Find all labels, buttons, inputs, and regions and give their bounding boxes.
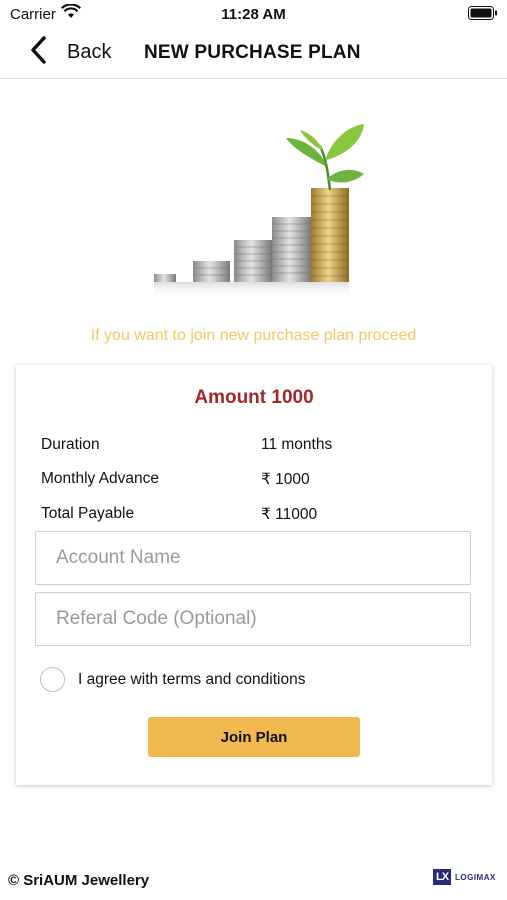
page-title: NEW PURCHASE PLAN [144,42,361,63]
battery-icon [468,6,498,25]
monthly-advance-label: Monthly Advance [41,470,160,487]
terms-label: I agree with terms and conditions [78,670,306,688]
logo-word: LOGIMAX [455,872,496,882]
plan-card: Amount 1000 Duration 11 months Monthly A… [16,365,492,785]
clock: 11:28 AM [221,6,286,23]
terms-checkbox[interactable] [40,667,65,692]
referral-code-input[interactable]: Referal Code (Optional) [35,592,471,646]
footer-copyright: © SriAUM Jewellery [8,872,150,889]
join-plan-button[interactable]: Join Plan [148,717,360,757]
status-bar: Carrier 11:28 AM [0,0,507,28]
account-name-input[interactable]: Account Name [35,531,471,585]
logo-mark: LX [433,869,451,885]
intro-text: If you want to join new purchase plan pr… [90,327,417,344]
nav-bar: Back NEW PURCHASE PLAN [0,28,507,79]
terms-agree-row[interactable]: I agree with terms and conditions [40,667,305,692]
total-payable-label: Total Payable [41,505,135,522]
total-payable-value: ₹ 11000 [261,506,318,523]
back-button[interactable]: Back [28,34,111,70]
coin-stacks-plant-icon [150,118,370,303]
logimax-logo: LX LOGIMAX [433,869,496,885]
chevron-left-icon [28,35,50,70]
monthly-advance-value: ₹ 1000 [261,471,310,488]
duration-value: 11 months [261,436,333,453]
duration-label: Duration [41,436,100,453]
back-label: Back [67,40,112,63]
amount-title: Amount 1000 [194,387,314,408]
